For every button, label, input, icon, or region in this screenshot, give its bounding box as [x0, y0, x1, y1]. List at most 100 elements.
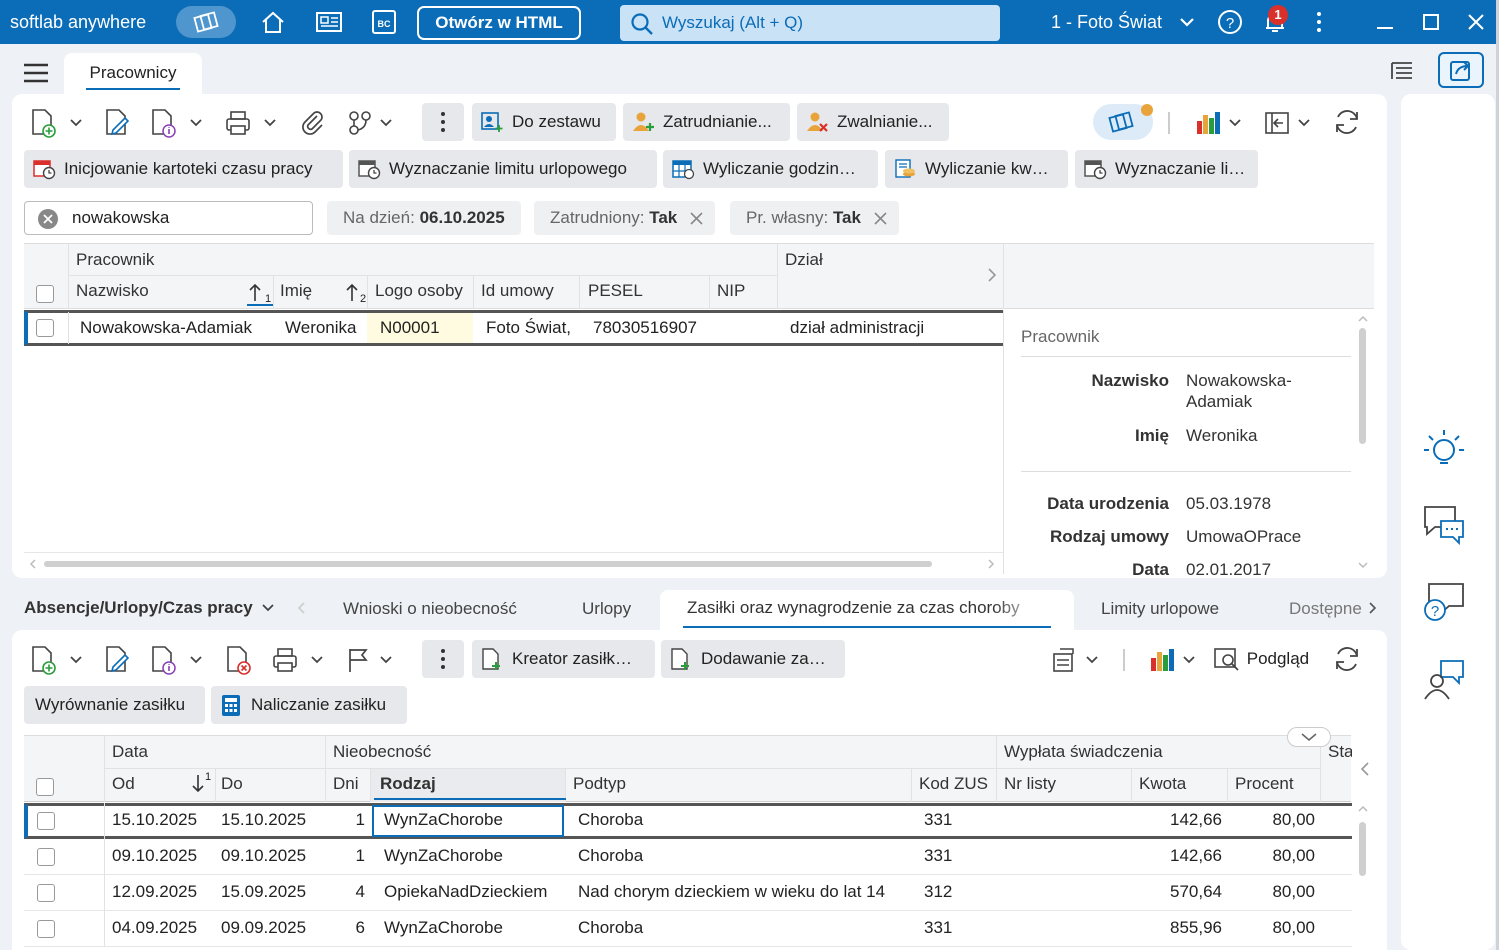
col-kwota[interactable]: Kwota [1139, 774, 1186, 794]
col-od[interactable]: Od [112, 774, 135, 794]
list-view-icon[interactable] [1388, 57, 1416, 85]
more-actions-button[interactable] [422, 103, 464, 141]
chevron-down-icon[interactable] [69, 655, 83, 665]
flag-icon[interactable] [344, 645, 374, 675]
wyznaczanie-limitu-button[interactable]: Wyznaczanie limitu urlopowego [349, 150, 657, 188]
collapse-header-button[interactable] [1287, 727, 1331, 747]
absences-vertical-scrollbar[interactable] [1352, 802, 1374, 950]
delete-document-icon[interactable] [223, 645, 253, 675]
tab-limity[interactable]: Limity urlopowe [1101, 598, 1219, 630]
row-checkbox[interactable] [37, 848, 55, 866]
sort-asc-icon[interactable]: 1 [247, 281, 273, 307]
sort-desc-icon[interactable]: 1 [190, 771, 214, 796]
kreator-zasilku-button[interactable]: Kreator zasiłk… [472, 640, 655, 678]
edit-document-icon[interactable] [102, 645, 132, 675]
chevron-down-icon[interactable] [1297, 118, 1311, 128]
tab-wnioski[interactable]: Wnioski o nieobecność [343, 598, 517, 630]
col-nr-listy[interactable]: Nr listy [1004, 774, 1056, 794]
employee-search-input[interactable]: nowakowska [24, 201, 313, 235]
bar-chart-icon[interactable] [1147, 645, 1177, 675]
col-nazwisko[interactable]: Nazwisko [76, 281, 149, 301]
section-selector[interactable]: Absencje/Urlopy/Czas pracy [24, 598, 275, 618]
row-checkbox[interactable] [37, 920, 55, 938]
row-checkbox[interactable] [36, 319, 54, 337]
news-icon[interactable] [314, 8, 344, 36]
share-button[interactable] [1438, 52, 1484, 88]
attachment-icon[interactable] [298, 108, 328, 138]
edit-document-icon[interactable] [102, 108, 132, 138]
col-kod-zus[interactable]: Kod ZUS [919, 774, 988, 794]
new-document-icon[interactable] [28, 645, 58, 675]
podglad-button[interactable]: Podgląd [1212, 645, 1309, 675]
details-vertical-scrollbar[interactable] [1352, 312, 1374, 574]
col-dni[interactable]: Dni [333, 774, 359, 794]
maximize-icon[interactable] [1416, 8, 1446, 36]
do-zestawu-button[interactable]: Do zestawu [472, 103, 616, 141]
refresh-icon[interactable] [1332, 644, 1362, 674]
home-icon[interactable] [258, 8, 288, 36]
more-actions-button[interactable] [422, 640, 464, 678]
chevron-down-icon[interactable] [189, 118, 203, 128]
col-pesel[interactable]: PESEL [588, 281, 643, 301]
global-search-input[interactable]: Wyszukaj (Alt + Q) [620, 5, 1000, 41]
help-chat-icon[interactable]: ? [1421, 580, 1467, 624]
chevron-down-icon[interactable] [69, 118, 83, 128]
chevron-right-icon[interactable] [985, 266, 999, 284]
document-info-icon[interactable] [148, 108, 178, 138]
wyznaczanie-li-button[interactable]: Wyznaczanie li… [1075, 150, 1258, 188]
horizontal-scrollbar[interactable] [24, 552, 1003, 572]
zwalnianie-button[interactable]: Zwalnianie... [797, 103, 949, 141]
bar-chart-icon[interactable] [1193, 108, 1223, 138]
zatrudnianie-button[interactable]: Zatrudnianie... [623, 103, 790, 141]
document-layout-icon[interactable] [1050, 645, 1080, 675]
minimize-icon[interactable] [1370, 8, 1400, 36]
select-all-checkbox[interactable] [36, 285, 54, 303]
workspace-toggle-button[interactable] [1093, 104, 1153, 140]
chevron-down-icon[interactable] [1085, 655, 1099, 665]
chevron-down-icon[interactable] [263, 118, 277, 128]
col-logo-osoby[interactable]: Logo osoby [375, 281, 463, 301]
close-icon[interactable] [1461, 8, 1491, 36]
refresh-icon[interactable] [1332, 107, 1362, 137]
dodawanie-zasilku-button[interactable]: Dodawanie za… [661, 640, 845, 678]
filter-zatrudniony[interactable]: Zatrudniony: Tak [534, 201, 716, 235]
document-info-icon[interactable] [148, 645, 178, 675]
tab-urlopy[interactable]: Urlopy [582, 598, 631, 630]
col-imie[interactable]: Imię [280, 281, 312, 301]
row-checkbox[interactable] [37, 884, 55, 902]
tab-zasilki[interactable]: Zasiłki oraz wynagrodzenie za czas choro… [660, 590, 1074, 632]
chevron-down-icon[interactable] [189, 655, 203, 665]
col-id-umowy[interactable]: Id umowy [481, 281, 554, 301]
remove-filter-icon[interactable] [874, 212, 887, 225]
chevron-down-icon[interactable] [1182, 655, 1196, 665]
lightbulb-icon[interactable] [1421, 427, 1467, 471]
row-checkbox[interactable] [37, 812, 55, 830]
sort-asc-icon[interactable]: 2 [344, 281, 368, 307]
inicjowanie-kartoteki-button[interactable]: Inicjowanie kartoteki czasu pracy [24, 150, 343, 188]
hamburger-menu-icon[interactable] [22, 62, 50, 84]
naliczanie-zasilku-button[interactable]: Naliczanie zasiłku [211, 686, 407, 724]
chevron-down-icon[interactable] [1172, 8, 1202, 36]
select-all-checkbox[interactable] [36, 778, 54, 796]
new-document-icon[interactable] [28, 108, 58, 138]
clear-icon[interactable] [37, 208, 59, 230]
tab-dostepne[interactable]: Dostępne [1289, 598, 1361, 630]
chevron-right-icon[interactable] [1367, 600, 1379, 616]
col-procent[interactable]: Procent [1235, 774, 1294, 794]
chat-icon[interactable] [1421, 503, 1467, 547]
chevron-down-icon[interactable] [379, 118, 393, 128]
open-html-button[interactable]: Otwórz w HTML [417, 6, 581, 40]
col-do[interactable]: Do [221, 774, 243, 794]
workspaces-button[interactable] [176, 6, 236, 38]
chevron-left-icon[interactable] [1358, 760, 1372, 778]
chevron-left-icon[interactable] [296, 600, 308, 616]
col-nip[interactable]: NIP [717, 281, 745, 301]
support-agent-icon[interactable] [1421, 657, 1467, 701]
print-icon[interactable] [270, 645, 300, 675]
col-rodzaj[interactable]: Rodzaj [380, 774, 436, 794]
filter-na-dzien[interactable]: Na dzień: 06.10.2025 [327, 201, 521, 235]
wyrownanie-zasilku-button[interactable]: Wyrównanie zasiłku [24, 686, 205, 724]
bc-icon[interactable]: BC [369, 8, 399, 36]
help-icon[interactable]: ? [1215, 8, 1245, 36]
company-selector[interactable]: 1 - Foto Świat [1051, 0, 1162, 44]
